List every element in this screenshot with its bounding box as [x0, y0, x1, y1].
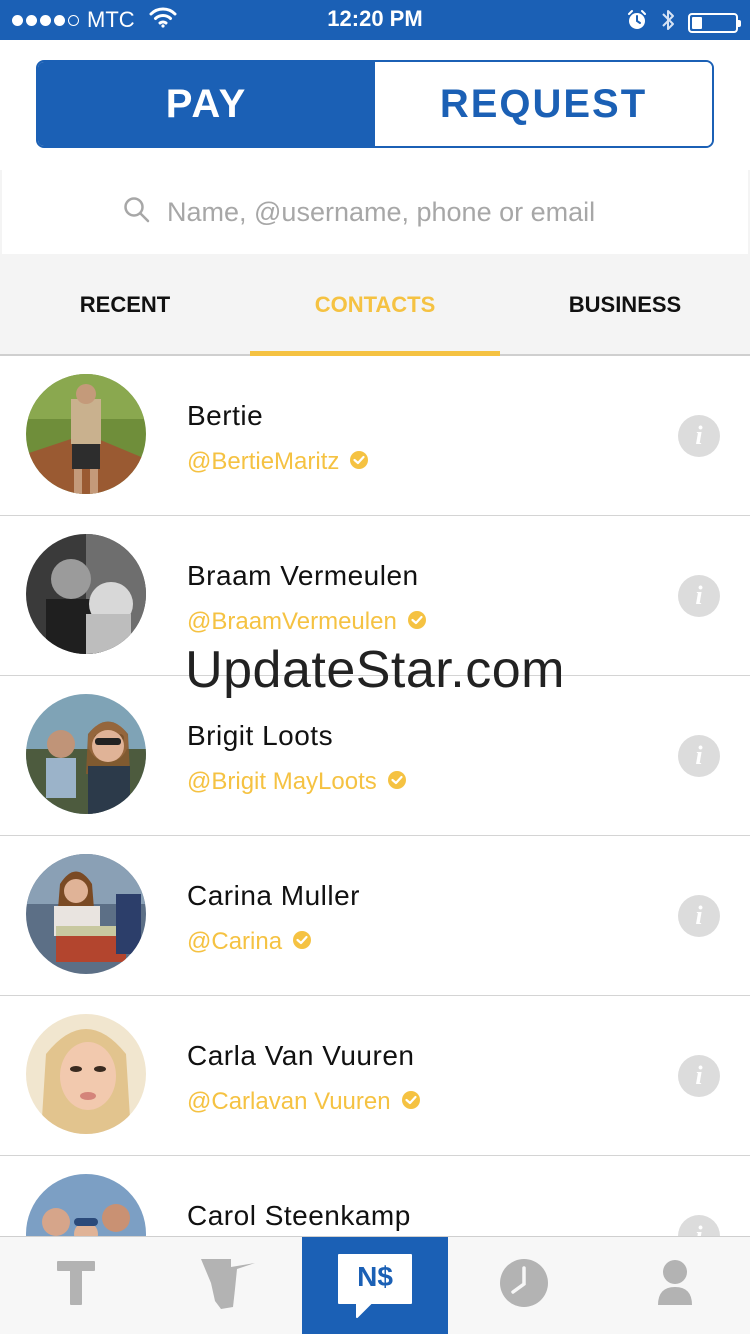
verified-icon — [349, 450, 369, 475]
request-button[interactable]: REQUEST — [375, 62, 712, 146]
carrier-name: MTC — [87, 7, 135, 32]
contact-handle: @Brigit MayLoots — [187, 768, 377, 795]
contact-row[interactable]: Carla Van Vuuren @Carlavan Vuuren i — [0, 996, 750, 1156]
contact-name: Carina Muller — [187, 880, 360, 911]
tab-contacts[interactable]: CONTACTS — [250, 256, 500, 356]
status-right — [626, 7, 741, 38]
avatar — [26, 854, 146, 974]
tab-business[interactable]: BUSINESS — [500, 256, 750, 354]
info-icon[interactable]: i — [678, 1055, 720, 1097]
bluetooth-icon — [660, 7, 676, 38]
info-icon[interactable]: i — [678, 895, 720, 937]
verified-icon — [401, 1090, 421, 1115]
contact-row[interactable]: Bertie @BertieMaritz i — [0, 356, 750, 516]
tab-recent[interactable]: RECENT — [0, 256, 250, 354]
contact-row[interactable]: Brigit Loots @Brigit MayLoots i — [0, 676, 750, 836]
contact-tabs: RECENT CONTACTS BUSINESS — [0, 256, 750, 356]
handle-line: @BraamVermeulen — [187, 608, 427, 636]
status-bar: MTC 12:20 PM — [0, 0, 750, 40]
contact-row[interactable]: Carina Muller @Carina i — [0, 836, 750, 996]
avatar — [26, 1174, 146, 1236]
verified-icon — [292, 930, 312, 955]
info-icon[interactable]: i — [678, 735, 720, 777]
nav-map[interactable] — [151, 1237, 302, 1334]
namibia-map-icon — [197, 1255, 257, 1316]
contact-name: Carol Steenkamp — [187, 1200, 411, 1231]
contact-handle: @BraamVermeulen — [187, 608, 397, 635]
battery-icon — [688, 12, 741, 33]
avatar — [26, 374, 146, 494]
bottom-nav: N$ — [0, 1236, 750, 1334]
clock-icon — [499, 1258, 549, 1313]
nav-profile[interactable] — [599, 1237, 750, 1334]
status-left: MTC — [12, 6, 177, 34]
t-logo-icon — [56, 1259, 96, 1312]
avatar — [26, 694, 146, 814]
search-icon — [123, 196, 151, 229]
info-icon[interactable]: i — [678, 575, 720, 617]
money-chat-icon: N$ — [335, 1251, 415, 1321]
contact-name: Carla Van Vuuren — [187, 1040, 415, 1071]
verified-icon — [387, 770, 407, 795]
nav-history[interactable] — [448, 1237, 599, 1334]
alarm-icon — [626, 9, 648, 36]
nav-pay[interactable]: N$ — [302, 1237, 448, 1334]
contact-name: Braam Vermeulen — [187, 560, 419, 591]
search-box — [2, 170, 748, 254]
handle-line: @Carlavan Vuuren — [187, 1088, 421, 1116]
pay-request-toggle: PAY REQUEST — [36, 60, 714, 148]
contact-handle: @BertieMaritz — [187, 448, 340, 475]
wifi-icon — [149, 6, 177, 34]
contact-name: Brigit Loots — [187, 720, 334, 751]
search-area — [0, 170, 750, 256]
handle-line: @BertieMaritz — [187, 448, 369, 476]
avatar — [26, 1014, 146, 1134]
profile-icon — [657, 1259, 693, 1312]
contact-handle: @Carina — [187, 928, 283, 955]
pay-button[interactable]: PAY — [38, 62, 375, 146]
avatar — [26, 534, 146, 654]
info-icon[interactable]: i — [678, 1215, 720, 1236]
contact-name: Bertie — [187, 400, 264, 431]
contact-row[interactable]: Braam Vermeulen @BraamVermeulen i — [0, 516, 750, 676]
nav-home[interactable] — [0, 1237, 151, 1334]
contact-row[interactable]: Carol Steenkamp i — [0, 1156, 750, 1236]
handle-line: @Carina — [187, 928, 312, 956]
contact-list: Bertie @BertieMaritz i Braam Vermeulen @… — [0, 356, 750, 1236]
nav-pay-label: N$ — [357, 1260, 393, 1292]
contact-handle: @Carlavan Vuuren — [187, 1088, 391, 1115]
handle-line: @Brigit MayLoots — [187, 768, 407, 796]
verified-icon — [407, 610, 427, 635]
search-input[interactable] — [167, 196, 627, 228]
info-icon[interactable]: i — [678, 415, 720, 457]
signal-strength-icon — [12, 14, 79, 26]
